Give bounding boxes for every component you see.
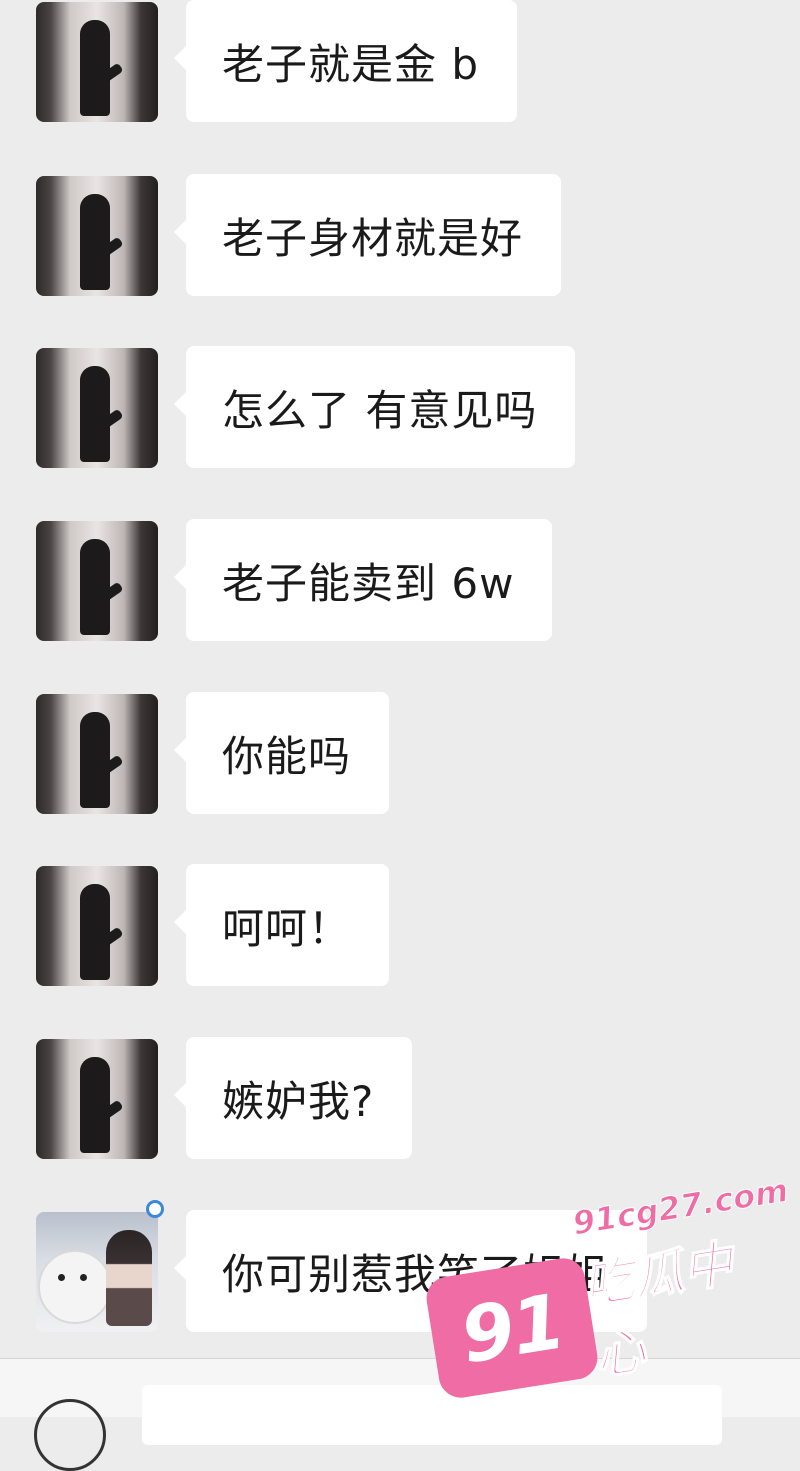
status-ring-icon: [146, 1200, 164, 1218]
message-row: 老子就是金 b: [0, 0, 800, 122]
message-row: 老子能卖到 6w: [0, 519, 800, 641]
message-bubble[interactable]: 老子能卖到 6w: [173, 519, 553, 641]
sender-avatar[interactable]: [36, 694, 158, 814]
watermark-name: 吃瓜中心: [579, 1234, 738, 1387]
watermark-badge-text: 91: [454, 1276, 570, 1380]
sender-avatar[interactable]: [36, 2, 158, 122]
message-text: 怎么了 有意见吗: [222, 385, 538, 435]
sender-avatar[interactable]: [36, 521, 158, 641]
message-bubble[interactable]: 老子身材就是好: [173, 174, 562, 296]
sender-avatar[interactable]: [36, 348, 158, 468]
message-row: 呵呵！: [0, 864, 800, 986]
message-text: 你能吗: [222, 731, 352, 781]
voice-icon[interactable]: [34, 1399, 106, 1471]
message-row: 老子身材就是好: [0, 174, 800, 296]
message-bubble[interactable]: 嫉妒我?: [173, 1037, 413, 1159]
sender-avatar[interactable]: [36, 1212, 158, 1332]
message-bubble[interactable]: 你能吗: [173, 692, 390, 814]
message-bubble[interactable]: 呵呵！: [173, 864, 390, 986]
watermark: 91 91cg27.com 吃瓜中心: [420, 1170, 791, 1401]
message-bubble[interactable]: 怎么了 有意见吗: [173, 346, 576, 468]
message-row: 嫉妒我?: [0, 1037, 800, 1159]
message-row: 怎么了 有意见吗: [0, 346, 800, 468]
message-text: 老子能卖到 6w: [222, 558, 515, 608]
message-row: 你能吗: [0, 692, 800, 814]
sender-avatar[interactable]: [36, 176, 158, 296]
message-text: 老子身材就是好: [222, 213, 524, 263]
message-text: 老子就是金 b: [222, 39, 480, 89]
message-bubble[interactable]: 老子就是金 b: [173, 0, 518, 122]
message-text: 呵呵！: [222, 903, 352, 953]
sender-avatar[interactable]: [36, 1039, 158, 1159]
watermark-badge: 91: [423, 1255, 601, 1401]
message-text: 嫉妒我?: [222, 1076, 375, 1126]
sender-avatar[interactable]: [36, 866, 158, 986]
